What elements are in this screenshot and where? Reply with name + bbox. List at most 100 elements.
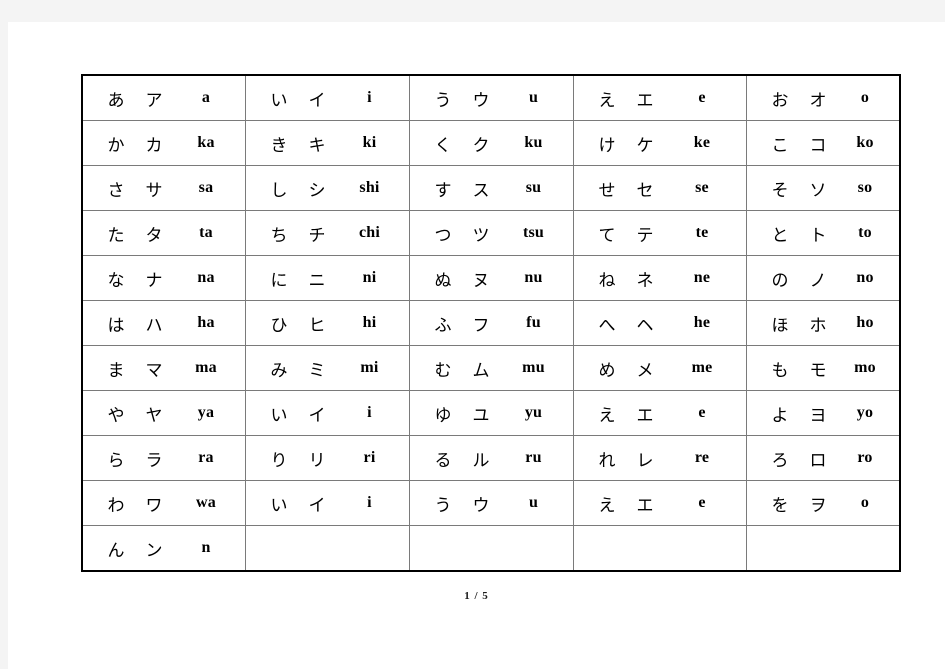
- hiragana-glyph: と: [771, 225, 789, 246]
- hiragana-glyph: む: [434, 360, 452, 381]
- kana-cell-inner: わワ wa: [89, 481, 239, 525]
- katakana-glyph: サ: [145, 180, 163, 201]
- romaji-label: chi: [358, 224, 381, 241]
- kana-cell: へヘ he: [573, 300, 747, 346]
- romaji-label: e: [698, 494, 706, 511]
- kana-cell: はハ ha: [81, 300, 246, 346]
- kana-cell: たタ ta: [81, 210, 246, 256]
- kana-cell: もモ mo: [746, 345, 901, 391]
- katakana-glyph: マ: [145, 360, 163, 381]
- kana-cell-inner: ゆユ yu: [416, 391, 567, 435]
- kana-cell: いイ i: [245, 480, 410, 526]
- katakana-glyph: ニ: [308, 270, 326, 291]
- table-row: やヤ ya いイ i ゆユ yu えエ e よヨ yo: [81, 390, 901, 436]
- romaji-label: ha: [197, 314, 215, 331]
- kana-cell-inner: をヲ o: [753, 481, 893, 525]
- katakana-glyph: リ: [308, 450, 326, 471]
- kana-cell: ゆユ yu: [409, 390, 574, 436]
- kana-cell-inner: えエ e: [580, 391, 740, 435]
- hiragana-glyph: る: [434, 450, 452, 471]
- katakana-glyph: ミ: [308, 360, 326, 381]
- romaji-label: shi: [359, 179, 380, 196]
- kana-cell: にニ ni: [245, 255, 410, 301]
- hiragana-glyph: り: [270, 450, 288, 471]
- kana-cell: んン n: [81, 525, 246, 572]
- kana-cell-inner: さサ sa: [89, 166, 239, 210]
- romaji-label: ku: [524, 134, 543, 151]
- kana-cell: まマ ma: [81, 345, 246, 391]
- kana-cell: いイ i: [245, 390, 410, 436]
- kana-cell-inner: むム mu: [416, 346, 567, 390]
- romaji-label: se: [695, 179, 709, 196]
- romaji-label: me: [691, 359, 713, 376]
- table-row: あア a いイ i うウ u えエ e おオ o: [81, 74, 901, 121]
- hiragana-glyph: は: [107, 315, 125, 336]
- hiragana-glyph: お: [771, 90, 789, 111]
- katakana-glyph: ロ: [809, 450, 827, 471]
- kana-cell-inner: るル ru: [416, 436, 567, 480]
- katakana-glyph: エ: [636, 90, 654, 111]
- kana-cell-inner: えエ e: [580, 76, 740, 120]
- hiragana-glyph: ひ: [270, 315, 288, 336]
- hiragana-glyph: め: [598, 360, 616, 381]
- katakana-glyph: ネ: [636, 270, 654, 291]
- romaji-label: a: [201, 89, 211, 106]
- romaji-label: ma: [195, 359, 217, 376]
- kana-cell-inner: ふフ fu: [416, 301, 567, 345]
- romaji-label: i: [367, 89, 372, 106]
- katakana-glyph: ユ: [472, 405, 490, 426]
- romaji-label: te: [695, 224, 709, 241]
- kana-cell-inner: えエ e: [580, 481, 740, 525]
- kana-cell-inner: うウ u: [416, 481, 567, 525]
- hiragana-glyph: つ: [434, 225, 452, 246]
- romaji-label: i: [367, 404, 372, 421]
- katakana-glyph: セ: [636, 180, 654, 201]
- hiragana-glyph: ま: [107, 360, 125, 381]
- katakana-glyph: エ: [636, 405, 654, 426]
- kana-cell-inner: らラ ra: [89, 436, 239, 480]
- romaji-label: hi: [362, 314, 377, 331]
- hiragana-glyph: れ: [598, 450, 616, 471]
- romaji-label: u: [528, 494, 539, 511]
- hiragana-glyph: そ: [771, 180, 789, 201]
- romaji-label: so: [857, 179, 873, 196]
- page-number-footer: 1 / 5: [464, 590, 489, 602]
- romaji-label: mo: [854, 359, 876, 376]
- hiragana-glyph: や: [107, 405, 125, 426]
- romaji-label: o: [860, 494, 870, 511]
- katakana-glyph: イ: [308, 405, 326, 426]
- kana-cell-inner: こコ ko: [753, 121, 893, 165]
- katakana-glyph: ハ: [145, 315, 163, 336]
- romaji-label: na: [197, 269, 215, 286]
- kana-cell: れレ re: [573, 435, 747, 481]
- kana-cell-inner: やヤ ya: [89, 391, 239, 435]
- kana-cell: ちチ chi: [245, 210, 410, 256]
- hiragana-glyph: え: [598, 495, 616, 516]
- kana-cell: せセ se: [573, 165, 747, 211]
- table-row: かカ ka きキ ki くク ku けケ ke こコ ko: [81, 120, 901, 166]
- romaji-label: e: [698, 404, 706, 421]
- romaji-label: sa: [198, 179, 214, 196]
- kana-cell: てテ te: [573, 210, 747, 256]
- kana-cell-inner: てテ te: [580, 211, 740, 255]
- hiragana-glyph: も: [771, 360, 789, 381]
- katakana-glyph: カ: [145, 135, 163, 156]
- table-row: なナ na にニ ni ぬヌ nu ねネ ne のノ no: [81, 255, 901, 301]
- katakana-glyph: イ: [308, 495, 326, 516]
- table-row: さサ sa しシ shi すス su せセ se そソ so: [81, 165, 901, 211]
- table-row: わワ wa いイ i うウ u えエ e をヲ o: [81, 480, 901, 526]
- kana-cell: おオ o: [746, 74, 901, 121]
- hiragana-glyph: ら: [107, 450, 125, 471]
- kana-cell-inner: いイ i: [252, 76, 403, 120]
- kana-cell: わワ wa: [81, 480, 246, 526]
- kana-syllabary-table: あア a いイ i うウ u えエ e おオ o かカ ka きキ ki くク ku けケ ke こコ ko さサ sa し…: [81, 74, 901, 572]
- table-row: らラ ra りリ ri るル ru れレ re ろロ ro: [81, 435, 901, 481]
- kana-cell-inner: くク ku: [416, 121, 567, 165]
- kana-cell: るル ru: [409, 435, 574, 481]
- kana-cell-empty: [746, 525, 901, 572]
- romaji-label: ta: [199, 224, 213, 241]
- kana-cell: そソ so: [746, 165, 901, 211]
- katakana-glyph: ム: [472, 360, 490, 381]
- hiragana-glyph: え: [598, 405, 616, 426]
- katakana-glyph: ヌ: [472, 270, 490, 291]
